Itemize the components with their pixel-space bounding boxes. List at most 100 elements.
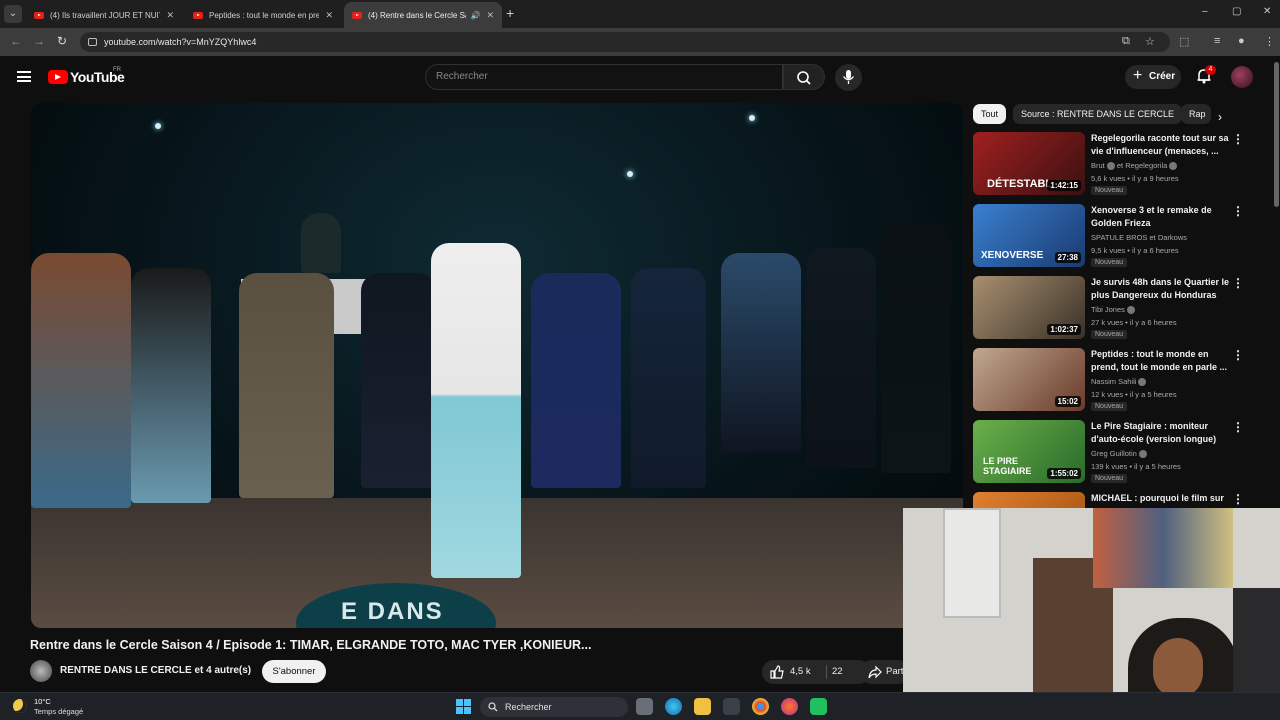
verified-icon (1138, 450, 1147, 459)
video-thumbnail[interactable]: XENOVERSE 27:38 (973, 204, 1085, 267)
store-icon[interactable] (723, 698, 740, 715)
person-host (431, 243, 521, 578)
video-title[interactable]: MICHAEL : pourquoi le film sur (1091, 492, 1231, 505)
chip-tout[interactable]: Tout (973, 104, 1007, 124)
channel-name[interactable]: Tibi Jones (1091, 305, 1135, 315)
video-title[interactable]: Je survis 48h dans le Quartier le plus D… (1091, 276, 1231, 302)
tab-rentre-dans-le-cercle[interactable]: (4) Rentre dans le Cercle Saison 4 🔊 ✕ (344, 2, 502, 28)
chip-source[interactable]: Source : RENTRE DANS LE CERCLE (1013, 104, 1183, 124)
webcam-overlay (903, 508, 1280, 720)
tab-search-button[interactable]: ⌄ (4, 5, 22, 23)
moon-weather-icon[interactable] (13, 699, 27, 713)
chip-rap[interactable]: Rap (1181, 104, 1211, 124)
media-controls-icon[interactable]: ≡ (1214, 35, 1220, 47)
install-app-icon[interactable]: ⧉ (1122, 35, 1130, 48)
channel-avatar[interactable] (30, 660, 52, 682)
video-title[interactable]: Xenoverse 3 et le remake de Golden Friez… (1091, 204, 1231, 230)
more-options-icon[interactable]: ⋮ (1232, 348, 1244, 362)
weather-description[interactable]: Temps dégagé (34, 707, 83, 716)
video-thumbnail[interactable]: 1:02:37 (973, 276, 1085, 339)
windows-start-icon[interactable] (456, 699, 471, 714)
video-meta: 12 k vues • il y a 5 heures (1091, 390, 1177, 399)
video-meta: 27 k vues • il y a 6 heures (1091, 318, 1177, 327)
new-tab-button[interactable]: + (506, 5, 514, 21)
thumbs-up-icon[interactable] (770, 665, 784, 679)
channel-name[interactable]: Nassim Sahili (1091, 377, 1147, 387)
more-options-icon[interactable]: ⋮ (1232, 132, 1244, 146)
account-avatar[interactable] (1231, 66, 1253, 88)
person (631, 268, 706, 488)
video-thumbnail[interactable]: DÉTESTABL 1:42:15 (973, 132, 1085, 195)
recommendation-item[interactable]: 1:02:37 Je survis 48h dans le Quartier l… (973, 276, 1253, 342)
search-icon (797, 71, 811, 85)
forward-icon[interactable]: → (33, 34, 45, 48)
reload-icon[interactable]: ↻ (57, 34, 67, 48)
tab-peptides[interactable]: Peptides : tout le monde en prend ✕ (185, 2, 341, 28)
video-thumbnail[interactable] (973, 492, 1085, 508)
minimize-button[interactable]: – (1202, 6, 1208, 17)
back-icon[interactable]: ← (10, 34, 22, 48)
more-options-icon[interactable]: ⋮ (1232, 492, 1244, 506)
speaker-icon[interactable]: 🔊 (470, 11, 480, 20)
app-icon[interactable] (810, 698, 827, 715)
recommendation-item[interactable]: XENOVERSE 27:38 Xenoverse 3 et le remake… (973, 204, 1253, 270)
more-options-icon[interactable]: ⋮ (1232, 420, 1244, 434)
more-options-icon[interactable]: ⋮ (1232, 276, 1244, 290)
video-title[interactable]: Regelegorila raconte tout sur sa vie d'i… (1091, 132, 1231, 158)
video-player[interactable]: E DANS (31, 103, 963, 628)
recommendation-item[interactable]: MICHAEL : pourquoi le film sur ⋮ (973, 492, 1253, 508)
like-count[interactable]: 4,5 k (790, 666, 811, 677)
file-explorer-icon[interactable] (694, 698, 711, 715)
stage-light (749, 115, 755, 121)
profile-icon[interactable]: ● (1238, 35, 1245, 47)
search-input[interactable]: Rechercher (425, 64, 783, 90)
video-thumbnail[interactable]: 15:02 (973, 348, 1085, 411)
video-title[interactable]: Peptides : tout le monde en prend, tout … (1091, 348, 1231, 374)
address-bar[interactable]: youtube.com/watch?v=MnYZQYhlwc4 (80, 32, 1170, 52)
bookmark-star-icon[interactable]: ☆ (1145, 35, 1155, 48)
dislike-count[interactable]: 22 (832, 666, 843, 677)
close-tab-icon[interactable]: ✕ (325, 10, 333, 21)
close-tab-icon[interactable]: ✕ (486, 10, 494, 21)
subscribe-button[interactable]: S'abonner (262, 660, 326, 683)
divider (826, 665, 827, 679)
tab-ils-travaillent[interactable]: (4) Ils travaillent JOUR ET NUIT... ✕ (26, 2, 182, 28)
recommendation-item[interactable]: 15:02 Peptides : tout le monde en prend,… (973, 348, 1253, 414)
search-icon (488, 702, 498, 712)
create-button[interactable]: Créer (1125, 64, 1181, 89)
channel-name[interactable]: RENTRE DANS LE CERCLE et 4 autre(s) (60, 665, 251, 676)
task-view-icon[interactable] (636, 698, 653, 715)
video-title[interactable]: Le Pire Stagiaire : moniteur d'auto-écol… (1091, 420, 1231, 446)
weather-temperature[interactable]: 10°C (34, 697, 51, 706)
channel-name[interactable]: Brut et Regelegorila (1091, 161, 1178, 171)
site-info-icon[interactable] (88, 38, 97, 46)
extensions-icon[interactable]: ⬚ (1179, 35, 1189, 48)
chevron-right-icon[interactable]: › (1218, 110, 1222, 124)
search-button[interactable] (783, 64, 825, 90)
browser-tab-strip: ⌄ (4) Ils travaillent JOUR ET NUIT... ✕ … (0, 0, 1280, 28)
taskbar-search[interactable]: Rechercher (480, 697, 628, 717)
maximize-button[interactable]: ▢ (1232, 6, 1241, 17)
recommendation-item[interactable]: LE PIRE STAGIAIRE 1:55:02 Le Pire Stagia… (973, 420, 1253, 486)
channel-name[interactable]: SPATULE BROS et Darkows (1091, 233, 1187, 242)
share-icon (868, 665, 882, 679)
menu-icon[interactable] (17, 71, 31, 82)
person (806, 248, 876, 468)
chrome-icon[interactable] (752, 698, 769, 715)
voice-search-button[interactable] (835, 64, 862, 91)
person (531, 273, 621, 488)
share-label: Part (886, 666, 904, 677)
edge-icon[interactable] (665, 698, 682, 715)
youtube-header: YouTube FR Rechercher Créer 4 (0, 56, 1280, 100)
browser-menu-icon[interactable]: ⋮ (1264, 35, 1275, 48)
youtube-logo-icon[interactable] (48, 70, 68, 84)
firefox-icon[interactable] (781, 698, 798, 715)
close-tab-icon[interactable]: ✕ (166, 10, 174, 21)
recommendation-item[interactable]: DÉTESTABL 1:42:15 Regelegorila raconte t… (973, 132, 1253, 198)
channel-name[interactable]: Greg Guillotin (1091, 449, 1147, 459)
close-window-button[interactable]: ✕ (1263, 6, 1271, 17)
more-options-icon[interactable]: ⋮ (1232, 204, 1244, 218)
wall-posters (1093, 508, 1233, 588)
video-thumbnail[interactable]: LE PIRE STAGIAIRE 1:55:02 (973, 420, 1085, 483)
page-scrollbar[interactable] (1274, 62, 1279, 207)
